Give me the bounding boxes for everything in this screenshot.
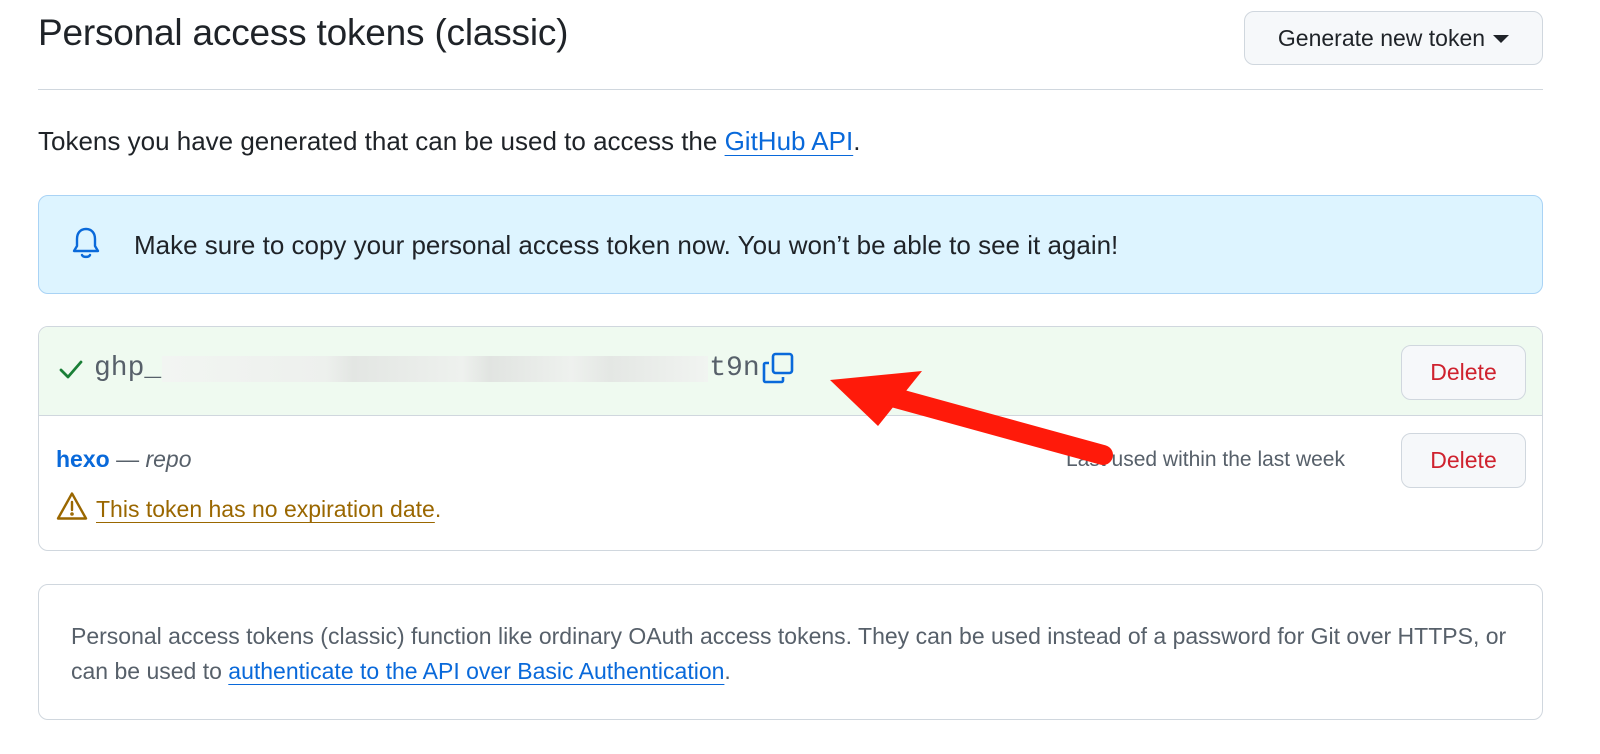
token-list: ghp_ t9n Delete hexo — repo Last used wi…	[38, 326, 1543, 551]
last-used-text: Last used within the last week	[1066, 448, 1345, 471]
warning-suffix: .	[434, 495, 442, 522]
delete-hexo-token-button[interactable]: Delete	[1401, 433, 1526, 488]
copy-icon[interactable]	[761, 351, 795, 390]
token-scope: repo	[145, 446, 192, 472]
caret-down-icon	[1493, 35, 1510, 43]
token-separator: —	[109, 446, 146, 472]
flash-message: Make sure to copy your personal access t…	[134, 230, 1119, 260]
alert-icon	[56, 491, 88, 527]
token-prefix: ghp_	[94, 353, 162, 384]
new-token-row: ghp_ t9n Delete	[39, 327, 1542, 416]
bell-icon	[71, 226, 101, 265]
token-title: hexo — repo	[56, 446, 192, 473]
intro-text-body: Tokens you have generated that can be us…	[38, 126, 725, 156]
info-suffix: .	[724, 658, 731, 684]
copy-token-flash: Make sure to copy your personal access t…	[38, 195, 1543, 294]
github-api-link[interactable]: GitHub API	[725, 126, 854, 156]
delete-new-token-button[interactable]: Delete	[1401, 345, 1526, 400]
page-title: Personal access tokens (classic)	[38, 12, 569, 53]
expiration-warning: This token has no expiration date.	[56, 491, 441, 527]
generate-new-token-button[interactable]: Generate new token	[1244, 11, 1543, 65]
generate-new-token-label: Generate new token	[1277, 24, 1486, 51]
no-expiration-link[interactable]: This token has no expiration date	[96, 496, 435, 522]
check-icon	[57, 355, 85, 388]
basic-auth-link[interactable]: authenticate to the API over Basic Authe…	[228, 658, 724, 684]
token-name-link[interactable]: hexo	[56, 446, 110, 472]
page-header: Personal access tokens (classic) Generat…	[38, 0, 1543, 90]
token-suffix: t9n	[709, 353, 760, 384]
info-text: Personal access tokens (classic) functio…	[71, 619, 1521, 689]
new-token-value[interactable]: ghp_ t9n	[94, 353, 760, 384]
info-box: Personal access tokens (classic) functio…	[38, 584, 1543, 720]
redacted-token-body	[162, 355, 709, 382]
intro-suffix: .	[853, 126, 861, 156]
intro-text: Tokens you have generated that can be us…	[38, 126, 860, 157]
